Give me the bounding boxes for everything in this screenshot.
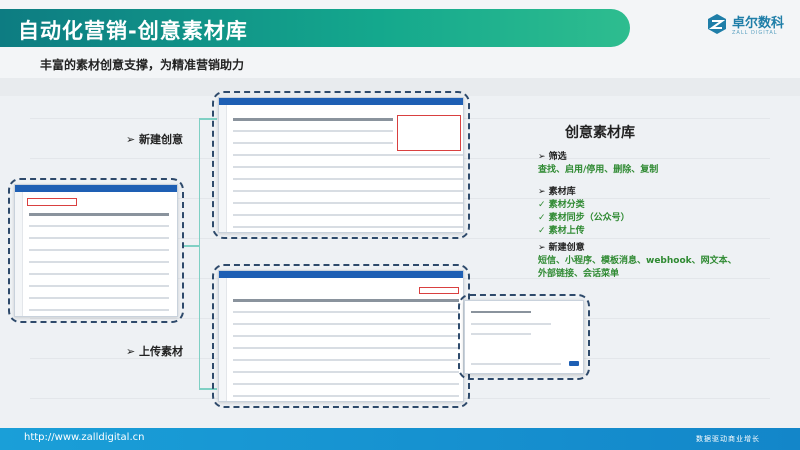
creative-type-highlight: [397, 115, 461, 151]
group-heading: ➢ 素材库: [538, 187, 576, 197]
panel-group-filter: ➢ 筛选 查找、启用/停用、删除、复制: [538, 151, 658, 177]
footer-slogan: 数据驱动商业增长: [696, 435, 760, 443]
connector-line: [199, 118, 200, 388]
page-title: 自动化营销-创意素材库: [18, 19, 248, 43]
company-logo: 卓尔数科 ZALL DIGITAL: [706, 10, 786, 40]
filter-highlight: [27, 198, 77, 206]
label-create-creative: ➢ 新建创意: [126, 133, 184, 146]
footer-bar: http://www.zalldigital.cn 数据驱动商业增长: [0, 428, 800, 450]
logo-icon: [708, 14, 726, 34]
group-heading: ➢ 筛选: [538, 152, 567, 162]
header-banner: 自动化营销-创意素材库: [0, 9, 630, 47]
upload-button-highlight: [419, 287, 459, 294]
label-upload-material: ➢ 上传素材: [126, 345, 184, 358]
footer-url[interactable]: http://www.zalldigital.cn: [24, 432, 144, 443]
group-item: 查找、启用/停用、删除、复制: [538, 165, 659, 175]
group-item: ✓ 素材分类: [538, 200, 585, 210]
upload-dialog: [464, 300, 584, 374]
subtitle: 丰富的素材创意支撑，为精准营销助力: [40, 58, 245, 72]
upload-material-screenshot: [218, 270, 464, 402]
panel-group-library: ➢ 素材库 ✓ 素材分类 ✓ 素材同步（公众号） ✓ 素材上传: [538, 186, 630, 238]
group-item: ✓ 素材同步（公众号）: [538, 213, 630, 223]
group-heading: ➢ 新建创意: [538, 243, 585, 253]
create-creative-screenshot: [218, 97, 464, 233]
panel-title: 创意素材库: [565, 125, 635, 141]
logo-subtext: ZALL DIGITAL: [732, 30, 778, 36]
group-item: 外部链接、会话菜单: [538, 269, 620, 279]
logo-name: 卓尔数科: [732, 16, 785, 31]
panel-group-new-creative: ➢ 新建创意 短信、小程序、模板消息、webhook、网文本、 外部链接、会话菜…: [538, 242, 737, 281]
dialog-confirm-button[interactable]: [569, 361, 579, 366]
group-item: ✓ 素材上传: [538, 226, 585, 236]
material-list-screenshot: [14, 184, 178, 317]
group-item: 短信、小程序、模板消息、webhook、网文本、: [538, 256, 737, 266]
connector-line: [184, 245, 200, 247]
